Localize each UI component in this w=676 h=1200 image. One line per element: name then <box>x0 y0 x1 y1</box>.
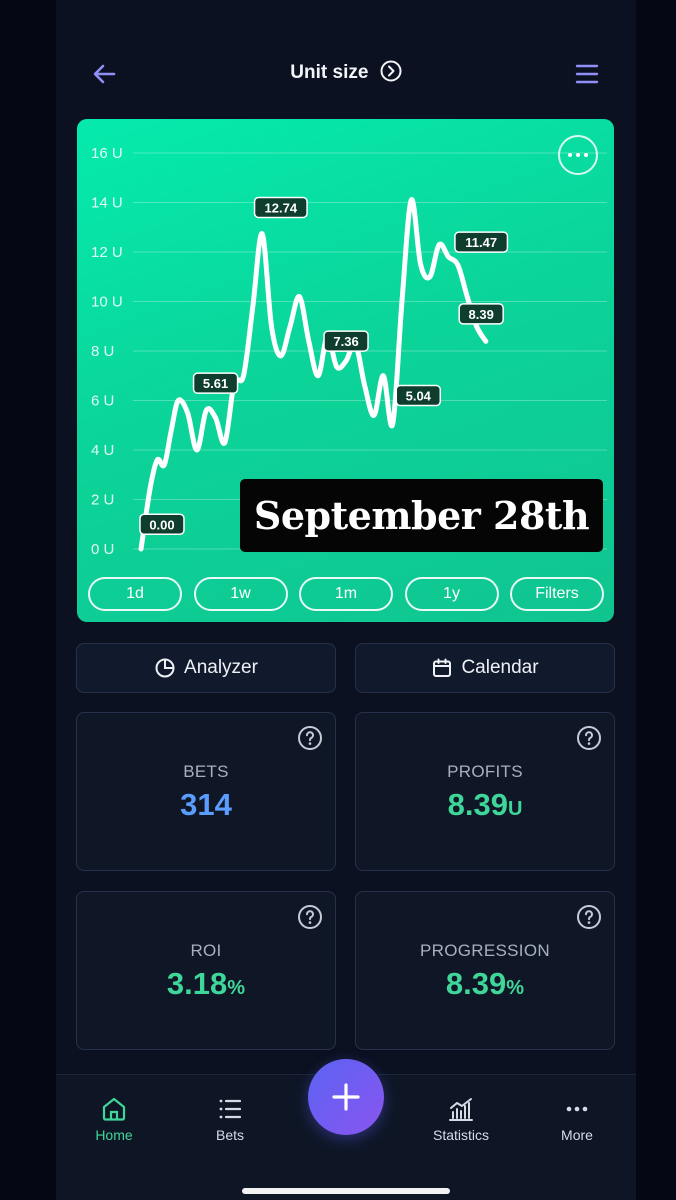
svg-text:0.00: 0.00 <box>149 517 174 532</box>
page-title: Unit size <box>290 62 369 83</box>
bets-stat-card: BETS 314 <box>76 712 336 871</box>
y-tick-label: 6 U <box>91 393 114 410</box>
menu-button[interactable] <box>572 60 602 88</box>
progression-value-wrap: 8.39% <box>356 966 614 1002</box>
hamburger-menu-icon <box>575 64 599 84</box>
nav-statistics[interactable]: Statistics <box>411 1095 511 1143</box>
page-title-button[interactable]: Unit size <box>56 60 636 84</box>
help-circle-icon[interactable] <box>576 725 602 751</box>
data-label: 7.36 <box>323 330 369 352</box>
nav-home-label: Home <box>95 1127 133 1143</box>
chart-options-button[interactable] <box>558 135 598 175</box>
calendar-label: Calendar <box>461 657 539 678</box>
analyzer-button[interactable]: Analyzer <box>76 643 336 693</box>
progression-unit: % <box>506 977 525 999</box>
analyzer-label: Analyzer <box>184 657 258 678</box>
roi-label: ROI <box>190 941 222 960</box>
more-dots-icon <box>568 153 572 157</box>
y-tick-label: 0 U <box>91 541 114 558</box>
filters-button[interactable]: Filters <box>510 577 604 611</box>
y-tick-label: 10 U <box>91 294 123 311</box>
bets-value: 314 <box>180 787 232 822</box>
range-button-1y[interactable]: 1y <box>404 577 499 611</box>
svg-text:5.61: 5.61 <box>203 376 228 391</box>
progression-stat-card: PROGRESSION 8.39% <box>355 891 615 1050</box>
calendar-icon <box>433 658 452 677</box>
app-screen: Unit size 16 U 14 U 12 U 10 U 8 U 6 U 4 U 2 U 0 … <box>56 0 636 1200</box>
roi-unit: % <box>227 977 246 999</box>
nav-bets[interactable]: Bets <box>180 1095 280 1143</box>
more-dot <box>584 153 588 157</box>
data-label: 8.39 <box>458 303 504 325</box>
bets-label: BETS <box>183 762 229 781</box>
nav-more[interactable]: More <box>527 1095 627 1143</box>
home-icon <box>102 1097 126 1121</box>
help-circle-icon[interactable] <box>297 725 323 751</box>
profits-value-wrap: 8.39U <box>356 787 614 823</box>
progression-value: 8.39 <box>445 966 507 1001</box>
home-indicator <box>242 1188 450 1194</box>
range-button-1w[interactable]: 1w <box>193 577 288 611</box>
help-circle-icon[interactable] <box>297 904 323 930</box>
roi-value: 3.18 <box>166 966 228 1001</box>
profits-stat-card: PROFITS 8.39U <box>355 712 615 871</box>
chevron-right-circle-icon <box>380 60 402 82</box>
help-circle-icon[interactable] <box>576 904 602 930</box>
data-label: 0.00 <box>139 513 185 535</box>
svg-text:7.36: 7.36 <box>333 334 358 349</box>
time-range-selector: 1d 1w 1m 1y Filters <box>88 577 604 611</box>
data-label: 12.74 <box>253 196 308 219</box>
data-label: 5.04 <box>395 384 442 407</box>
calendar-button[interactable]: Calendar <box>355 643 615 693</box>
data-label: 11.47 <box>454 231 509 253</box>
svg-text:5.04: 5.04 <box>406 389 432 404</box>
profits-label: PROFITS <box>447 762 523 781</box>
add-bet-button[interactable] <box>308 1059 384 1135</box>
range-button-1d[interactable]: 1d <box>88 577 182 611</box>
date-caption: September 28th <box>240 479 603 552</box>
header: Unit size <box>56 40 636 106</box>
profits-value: 8.39 <box>447 787 508 822</box>
nav-more-label: More <box>561 1127 593 1143</box>
roi-stat-card: ROI 3.18% <box>76 891 336 1050</box>
svg-text:11.47: 11.47 <box>465 235 497 250</box>
more-dot <box>576 153 580 157</box>
nav-home[interactable]: Home <box>64 1095 164 1143</box>
bar-chart-trend-icon <box>449 1098 473 1121</box>
range-button-1m[interactable]: 1m <box>299 577 393 611</box>
progression-label: PROGRESSION <box>420 941 550 960</box>
nav-statistics-label: Statistics <box>432 1127 489 1143</box>
plus-icon <box>332 1083 360 1111</box>
data-label: 5.61 <box>192 372 239 394</box>
list-icon <box>219 1099 242 1119</box>
y-tick-label: 12 U <box>91 244 123 261</box>
roi-value-wrap: 3.18% <box>77 966 335 1002</box>
nav-bets-label: Bets <box>215 1127 244 1143</box>
profits-unit: U <box>507 798 523 820</box>
more-horizontal-icon <box>566 1106 588 1112</box>
svg-text:12.74: 12.74 <box>265 200 298 215</box>
y-tick-label: 8 U <box>91 343 114 360</box>
pie-chart-icon <box>155 658 175 678</box>
y-tick-label: 14 U <box>91 195 123 212</box>
y-tick-label: 16 U <box>91 145 123 162</box>
unit-size-chart-card: 16 U 14 U 12 U 10 U 8 U 6 U 4 U 2 U 0 U 0.00 5.61 1… <box>77 119 614 622</box>
y-tick-label: 4 U <box>91 442 114 459</box>
y-tick-label: 2 U <box>91 492 114 509</box>
svg-text:8.39: 8.39 <box>469 307 494 322</box>
